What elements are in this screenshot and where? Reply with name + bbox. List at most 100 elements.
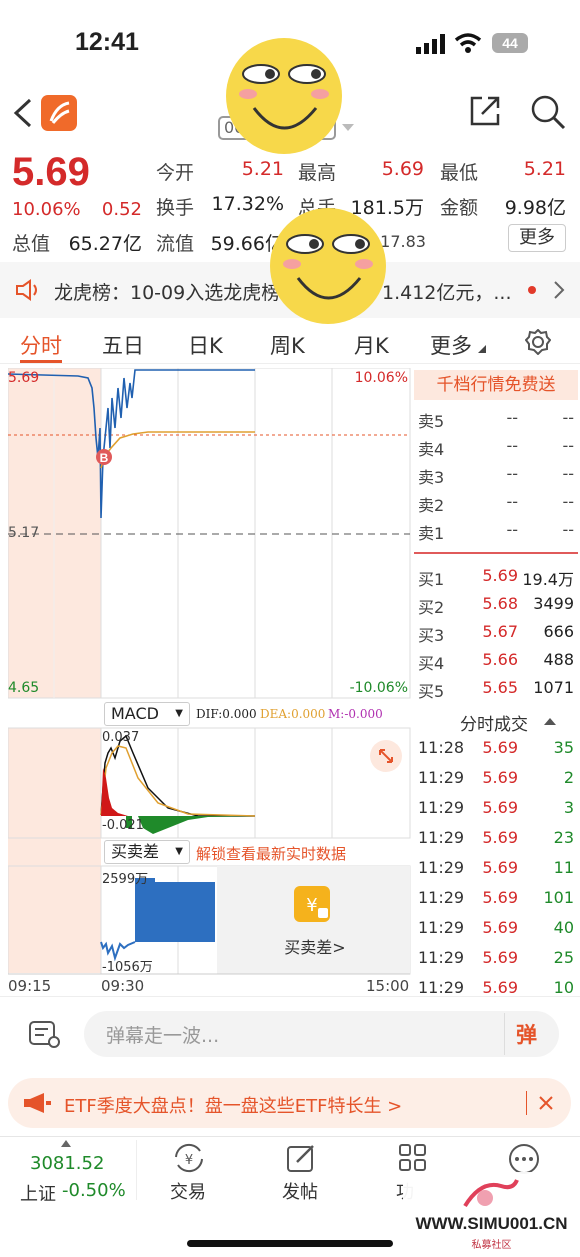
pct-bottom-label: -10.06% xyxy=(349,680,408,696)
row-label: 卖2 xyxy=(418,496,445,515)
macd-low: -0.021 xyxy=(102,818,144,833)
danmu-input[interactable]: 弹幕走一波... 弹 xyxy=(84,1011,559,1057)
more-button[interactable]: 更多 xyxy=(508,224,566,252)
nav-trade[interactable]: 交易 xyxy=(170,1178,206,1204)
notes-icon[interactable] xyxy=(24,1016,64,1052)
row-volume: -- xyxy=(562,464,574,483)
bid-row: 买1 5.69 19.4万 xyxy=(418,566,576,592)
trades-caret-icon[interactable] xyxy=(544,717,556,725)
row-label: 买3 xyxy=(418,626,445,645)
row-volume: 25 xyxy=(553,948,574,967)
index-change: -0.50% xyxy=(62,1180,126,1201)
bid-row: 买3 5.67 666 xyxy=(418,622,576,648)
danmu-placeholder: 弹幕走一波... xyxy=(106,1025,220,1047)
high-value: 5.69 xyxy=(381,158,424,180)
price-bottom-label: 4.65 xyxy=(8,680,40,696)
turnover-label: 换手 xyxy=(156,197,195,219)
ad-banner[interactable]: ETF季度大盘点！盘一盘这些ETF特长生 > xyxy=(8,1078,571,1128)
watermark-sub: 私募社区 xyxy=(471,1240,512,1251)
tab-daily-k[interactable]: 日K xyxy=(188,330,223,360)
trade-row: 11:29 5.69 101 xyxy=(418,888,576,914)
intraday-chart[interactable]: B 5.69 5.17 4.65 10.06% -10.06% MACD ▼ DI… xyxy=(7,367,411,996)
mktcap-label: 总值 xyxy=(12,233,51,255)
unread-dot xyxy=(528,286,536,294)
trade-row: 11:29 5.69 25 xyxy=(418,948,576,974)
expand-icon xyxy=(379,749,393,763)
trade-row: 11:29 5.69 2 xyxy=(418,768,576,794)
bsd-high: 2599万 xyxy=(102,872,149,887)
svg-text:¥: ¥ xyxy=(306,895,317,916)
book-divider xyxy=(414,552,578,554)
row-volume: 3 xyxy=(563,798,574,817)
bsd-low: -1056万 xyxy=(102,960,153,975)
post-icon[interactable] xyxy=(285,1142,317,1174)
ask-row: 卖3 -- -- xyxy=(418,464,576,490)
trade-row: 11:29 5.69 3 xyxy=(418,798,576,824)
news-text: 龙虎榜：10-09入选龙虎榜 xyxy=(54,282,281,304)
input-divider xyxy=(504,1013,505,1055)
row-label: 买1 xyxy=(418,570,445,589)
bsd-overlay-link[interactable]: 买卖差> xyxy=(270,934,360,958)
index-value[interactable]: 3081.52 xyxy=(30,1153,104,1174)
tab-more[interactable]: 更多 xyxy=(430,330,472,360)
row-label: 11:29 xyxy=(418,768,465,787)
promo-banner[interactable]: 千档行情免费送 xyxy=(414,370,578,400)
tab-weekly-k[interactable]: 周K xyxy=(270,330,305,360)
row-price: 5.69 xyxy=(482,768,518,787)
open-value: 5.21 xyxy=(241,158,284,180)
dropdown-icon[interactable] xyxy=(342,124,354,132)
row-price: 5.69 xyxy=(482,978,518,997)
ad-text: ETF季度大盘点！盘一盘这些ETF特长生 > xyxy=(64,1096,403,1117)
row-label: 11:29 xyxy=(418,888,465,907)
share-icon[interactable] xyxy=(468,94,502,128)
buy-marker: B xyxy=(100,451,109,465)
row-label: 卖1 xyxy=(418,524,445,543)
wifi-icon xyxy=(454,33,482,53)
settings-gear-icon[interactable] xyxy=(525,329,551,355)
index-up-caret-icon xyxy=(61,1140,71,1147)
macd-selector[interactable]: MACD ▼ xyxy=(104,702,190,726)
row-volume: -- xyxy=(562,492,574,511)
ask-row: 卖5 -- -- xyxy=(418,408,576,434)
news-text-tail: 1.412亿元，... xyxy=(382,282,512,304)
row-volume: 3499 xyxy=(533,594,574,613)
unlock-link[interactable]: 解锁查看最新实时数据 xyxy=(196,843,346,864)
danmu-button[interactable]: 弹 xyxy=(516,1019,537,1049)
row-label: 买2 xyxy=(418,598,445,617)
row-volume: -- xyxy=(562,520,574,539)
tab-monthly-k[interactable]: 月K xyxy=(354,330,389,360)
row-label: 11:28 xyxy=(418,738,465,757)
battery-icon: 44 xyxy=(492,33,528,53)
expand-button[interactable] xyxy=(370,740,402,772)
apps-icon[interactable] xyxy=(398,1143,428,1173)
close-icon[interactable] xyxy=(538,1095,554,1111)
row-label: 11:29 xyxy=(418,798,465,817)
nav-post[interactable]: 发帖 xyxy=(282,1178,318,1204)
macd-caret-icon: ▼ xyxy=(175,708,183,719)
row-label: 11:29 xyxy=(418,828,465,847)
search-icon[interactable] xyxy=(530,94,566,130)
bsd-selector[interactable]: 买卖差 ▼ xyxy=(104,840,190,864)
row-volume: 23 xyxy=(553,828,574,847)
watermark-logo-icon xyxy=(463,1179,519,1208)
row-label: 11:29 xyxy=(418,858,465,877)
row-label: 卖5 xyxy=(418,412,445,431)
macd-dif: DIF:0.000 xyxy=(196,707,257,721)
tab-intraday[interactable]: 分时 xyxy=(20,330,62,360)
more-dots-icon[interactable] xyxy=(508,1143,540,1175)
tab-five-day[interactable]: 五日 xyxy=(102,330,144,360)
back-icon[interactable] xyxy=(12,98,34,128)
row-label: 11:29 xyxy=(418,978,465,997)
current-price: 5.69 xyxy=(12,150,90,194)
row-label: 11:29 xyxy=(418,948,465,967)
row-label: 11:29 xyxy=(418,918,465,937)
trade-icon[interactable]: ¥ xyxy=(172,1143,206,1173)
row-label: 买4 xyxy=(418,654,445,673)
row-volume: 19.4万 xyxy=(522,570,574,589)
row-volume: 101 xyxy=(543,888,574,907)
amount-value: 9.98亿 xyxy=(504,197,566,219)
row-volume: 488 xyxy=(543,650,574,669)
status-time: 12:41 xyxy=(75,28,139,56)
row-price: 5.65 xyxy=(482,678,518,697)
bid-row: 买5 5.65 1071 xyxy=(418,678,576,704)
